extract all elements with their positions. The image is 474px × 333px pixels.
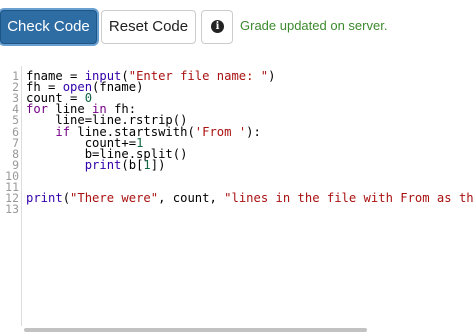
code-token: "lines in the file with From as th: [224, 191, 474, 206]
code-token: 'From ': [194, 124, 247, 139]
code-token: ): [268, 69, 276, 83]
code-token: print: [84, 157, 122, 172]
code-token: (: [62, 191, 71, 206]
line-number: 13: [5, 202, 19, 217]
code-editor[interactable]: 1 2 3 4 5 6 7 8 9 10 11 12 13 fname = input("Enter f…: [0, 66, 474, 333]
code-token: ):: [246, 124, 261, 139]
horizontal-scrollbar[interactable]: [24, 328, 367, 332]
line-number-gutter: 1 2 3 4 5 6 7 8 9 10 11 12 13: [0, 66, 22, 326]
check-code-button[interactable]: Check Code: [0, 10, 97, 44]
info-button[interactable]: i: [201, 10, 233, 44]
code-token: (fname): [92, 80, 144, 95]
code-token: , count,: [158, 191, 225, 206]
code-line[interactable]: print(b[1]): [26, 157, 166, 172]
reset-code-button[interactable]: Reset Code: [101, 10, 196, 44]
code-token: (b[: [121, 157, 144, 172]
code-token: ]): [150, 157, 166, 172]
code-token: print: [26, 191, 63, 206]
grade-status-message: Grade updated on server.: [240, 18, 388, 33]
info-circle-icon: i: [211, 20, 224, 33]
toolbar: Check Code Reset Code i Grade updated on…: [0, 0, 474, 52]
code-line[interactable]: print("There were", count, "lines in the…: [26, 191, 474, 206]
code-token: "There were": [70, 191, 159, 206]
code-token: "Enter file name: ": [128, 69, 269, 83]
code-token: 1: [143, 157, 151, 172]
